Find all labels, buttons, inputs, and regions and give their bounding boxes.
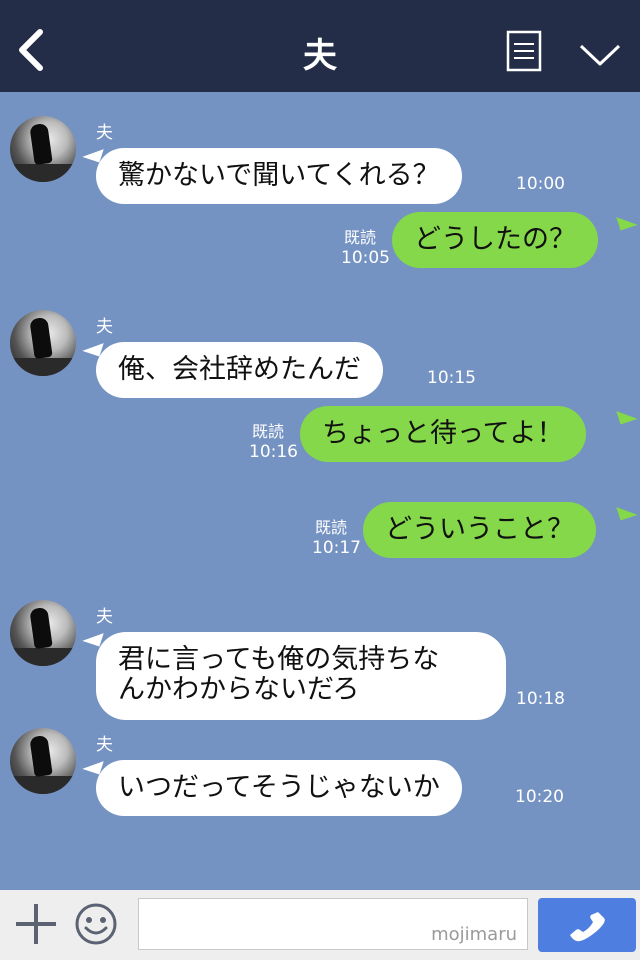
read-receipt: 既読 <box>314 518 347 537</box>
bubble-tail <box>616 211 638 231</box>
bubble-tail <box>616 501 638 521</box>
sender-name: 夫 <box>96 735 113 755</box>
bubble-tail <box>616 405 638 425</box>
message-time: 10:20 <box>515 787 564 807</box>
avatar[interactable] <box>10 116 76 182</box>
call-button[interactable] <box>538 898 636 952</box>
message-bubble-incoming[interactable]: 驚かないで聞いてくれる？ <box>96 148 462 204</box>
message-time: 10:18 <box>516 689 565 709</box>
message-time: 10:16 <box>249 442 298 462</box>
message-bubble-incoming[interactable]: 俺、会社辞めたんだ <box>96 342 383 398</box>
avatar[interactable] <box>10 728 76 794</box>
message-input[interactable]: mojimaru <box>138 898 528 950</box>
bubble-tail <box>82 627 104 647</box>
plus-icon[interactable] <box>16 904 56 944</box>
chevron-down-icon[interactable] <box>578 40 622 68</box>
message-bubble-outgoing[interactable]: どうしたの？ <box>392 212 598 268</box>
message-time: 10:05 <box>341 248 390 268</box>
message-line: 君に言っても俺の気持ちな <box>118 644 440 675</box>
message-time: 10:15 <box>427 368 476 388</box>
avatar[interactable] <box>10 310 76 376</box>
phone-icon <box>570 912 605 942</box>
sender-name: 夫 <box>96 123 113 143</box>
avatar[interactable] <box>10 600 76 666</box>
input-bar: mojimaru <box>0 890 640 960</box>
message-line: んかわからないだろ <box>118 674 360 705</box>
sender-name: 夫 <box>96 317 113 337</box>
message-bubble-outgoing[interactable]: ちょっと待ってよ！ <box>300 406 586 462</box>
message-bubble-incoming[interactable]: いつだってそうじゃないか <box>96 760 462 816</box>
read-receipt: 既読 <box>251 422 284 441</box>
notes-icon[interactable] <box>506 30 542 72</box>
message-bubble-incoming[interactable]: 君に言っても俺の気持ちな んかわからないだろ <box>96 632 506 720</box>
message-time: 10:17 <box>312 538 361 558</box>
emoji-icon[interactable] <box>74 902 118 946</box>
chat-area[interactable]: 夫 驚かないで聞いてくれる？ 10:00 既読 10:05 どうしたの？ 夫 俺… <box>0 92 640 890</box>
chat-header: 夫 <box>0 0 640 92</box>
watermark: mojimaru <box>431 924 517 945</box>
sender-name: 夫 <box>96 607 113 627</box>
message-time: 10:00 <box>516 174 565 194</box>
chat-title: 夫 <box>303 36 337 76</box>
message-bubble-outgoing[interactable]: どういうこと？ <box>363 502 596 558</box>
read-receipt: 既読 <box>343 228 376 247</box>
